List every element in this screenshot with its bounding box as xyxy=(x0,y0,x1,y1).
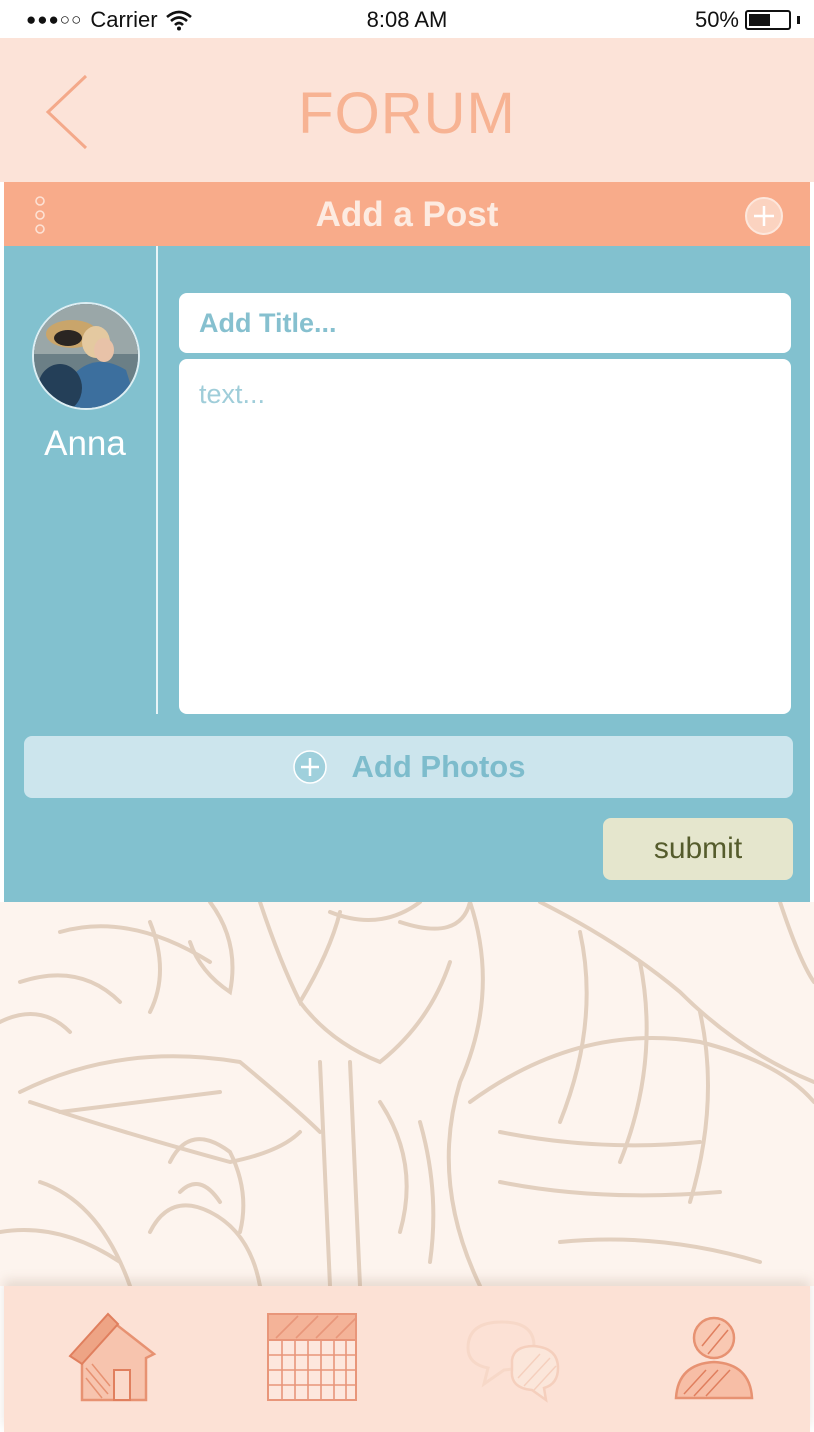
calendar-icon[interactable] xyxy=(262,1308,362,1408)
add-photos-button[interactable]: Add Photos xyxy=(24,736,793,798)
profile-icon[interactable] xyxy=(662,1308,762,1408)
post-composer: Anna Add Photos submit xyxy=(4,246,810,902)
tab-bar xyxy=(4,1286,810,1432)
botanical-background xyxy=(0,902,814,1286)
avatar xyxy=(32,302,140,410)
home-icon[interactable] xyxy=(62,1308,162,1408)
avatar-photo xyxy=(34,304,138,408)
post-title-input[interactable] xyxy=(179,293,791,353)
battery-tip xyxy=(797,16,800,24)
battery-percent: 50% xyxy=(694,7,739,32)
status-bar: ●●●○○ Carrier 8:08 AM 50% xyxy=(0,0,814,38)
page-title: FORUM xyxy=(298,81,516,146)
plus-circle-icon xyxy=(292,750,327,784)
post-header-title: Add a Post xyxy=(315,195,499,234)
battery-icon xyxy=(745,10,791,30)
battery-group: 50% xyxy=(695,7,800,33)
clock: 8:08 AM xyxy=(366,7,448,32)
nav-bar: FORUM xyxy=(0,38,814,182)
column-divider xyxy=(156,246,158,714)
submit-button[interactable]: submit xyxy=(603,818,793,880)
post-header: Add a Post xyxy=(4,182,810,246)
add-photos-label: Add Photos xyxy=(351,749,526,784)
flower-illustration xyxy=(0,902,814,1286)
post-body-input[interactable] xyxy=(179,359,791,714)
plus-circle-icon[interactable] xyxy=(744,196,784,236)
chat-bubbles-icon[interactable] xyxy=(462,1308,562,1408)
user-name: Anna xyxy=(44,424,126,463)
